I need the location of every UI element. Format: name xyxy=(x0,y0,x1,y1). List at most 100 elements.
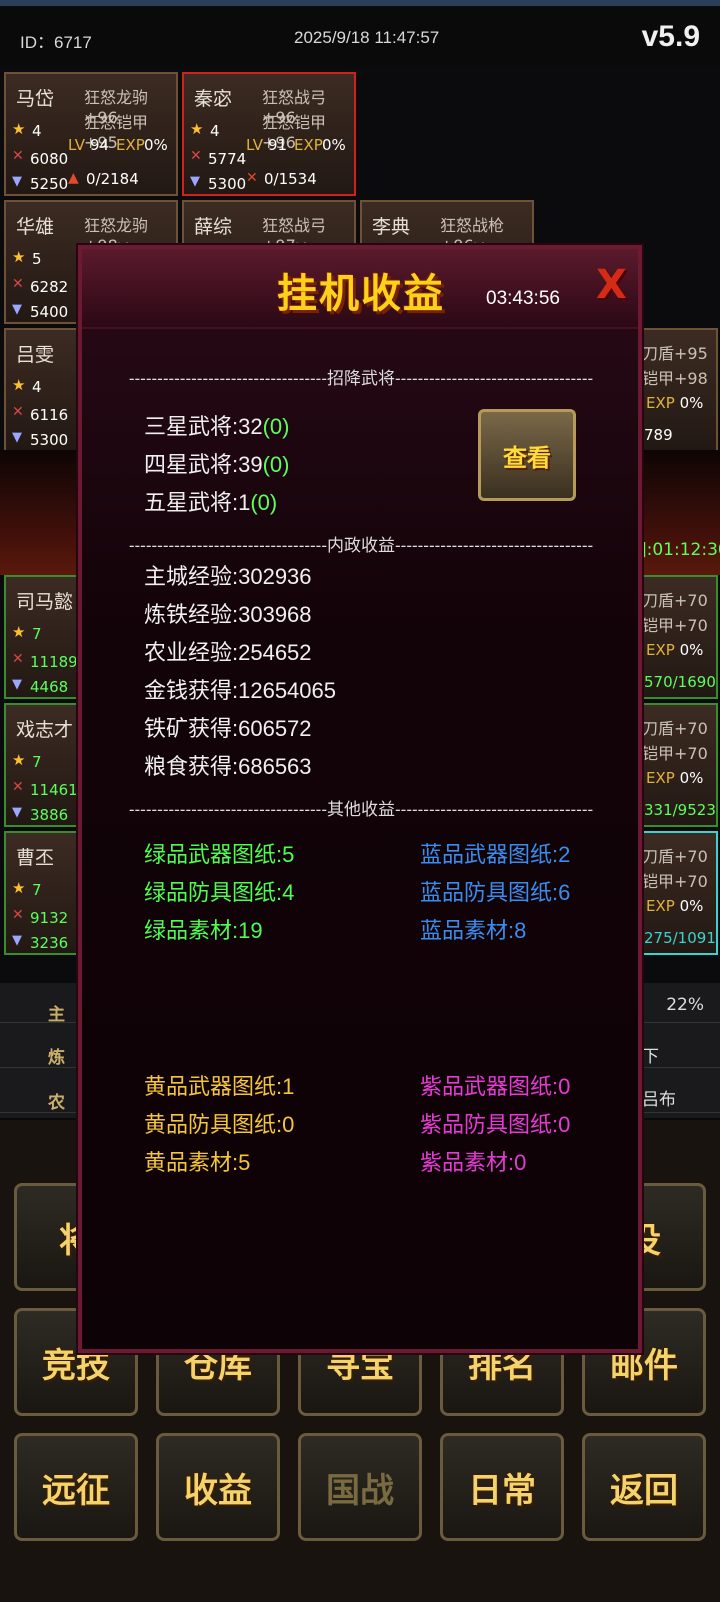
stat-text-2: 下 xyxy=(642,1047,659,1067)
blue-item: 蓝品素材:8 xyxy=(420,918,527,943)
exp-value: 0% xyxy=(144,136,168,154)
exp-row: EXP 0% xyxy=(646,897,703,915)
equip-2: 铠甲+70 xyxy=(642,744,708,763)
general-name: 李典 xyxy=(372,216,411,238)
equip-1: 刀盾+70 xyxy=(642,847,708,866)
general-card-right-3[interactable]: 刀盾+70 铠甲+70 EXP 0% 331/9523 xyxy=(640,703,718,827)
general-card-right-4[interactable]: 刀盾+70 铠甲+70 EXP 0% 275/10911 xyxy=(640,831,718,955)
recruit-3star: 三星武将:32(0) xyxy=(144,414,290,439)
general-name: 吕雯 xyxy=(16,344,55,366)
exp-value: 0% xyxy=(679,394,704,412)
datetime: 2025/9/18 11:47:57 xyxy=(294,28,440,47)
general-name: 司马懿 xyxy=(16,591,74,613)
section-divider-domestic: -----------------------------------内政收益-… xyxy=(128,536,594,555)
sword-icon: ✕ xyxy=(12,404,24,420)
daily-button[interactable]: 日常 xyxy=(440,1433,564,1541)
defense-value: 3886 xyxy=(30,806,69,824)
star-count: 7 xyxy=(32,753,42,771)
stat-label-farm: 农 xyxy=(48,1093,65,1113)
star-icon: ★ xyxy=(12,120,26,138)
star-count: 5 xyxy=(32,250,42,268)
progress-value: 0/2184 xyxy=(86,170,139,188)
equip-1: 刀盾+95 xyxy=(642,344,708,363)
exp-label: EXP xyxy=(646,897,675,915)
equip-2: 铠甲+70 xyxy=(642,616,708,635)
attack-value: 6080 xyxy=(30,150,69,168)
equip-1: 刀盾+70 xyxy=(642,719,708,738)
blue-item: 蓝品防具图纸:6 xyxy=(420,880,571,905)
star-icon: ★ xyxy=(12,751,26,769)
attack-value: 9132 xyxy=(30,909,69,927)
sword-icon: ✕ xyxy=(12,907,24,923)
star-count: 4 xyxy=(32,378,42,396)
domestic-line: 炼铁经验:303968 xyxy=(144,602,312,627)
defense-value: 5300 xyxy=(30,431,69,449)
national-war-button[interactable]: 国战 xyxy=(298,1433,422,1541)
armor-icon: ▼ xyxy=(12,174,22,189)
progress-value: 0/1534 xyxy=(264,170,317,188)
armor-icon: ▼ xyxy=(12,677,22,692)
domestic-line: 粮食获得:686563 xyxy=(144,754,312,779)
equip-2: 铠甲+70 xyxy=(642,872,708,891)
exp-label: EXP xyxy=(294,136,323,154)
idle-timer: 03:43:56 xyxy=(486,288,560,309)
view-button[interactable]: 查看 xyxy=(478,409,576,501)
defense-value: 4468 xyxy=(30,678,69,696)
progress-value: 789 xyxy=(644,426,673,444)
exp-label: EXP xyxy=(116,136,145,154)
star-count: 7 xyxy=(32,625,42,643)
general-name: 戏志才 xyxy=(16,719,74,741)
earnings-button[interactable]: 收益 xyxy=(156,1433,280,1541)
attack-value: 11189 xyxy=(30,653,78,671)
purple-item: 紫品武器图纸:0 xyxy=(420,1074,571,1099)
defense-value: 5400 xyxy=(30,303,69,321)
idle-earnings-dialog: 挂机收益 03:43:56 X ------------------------… xyxy=(78,245,642,1353)
armor-icon: ▼ xyxy=(12,430,22,445)
armor-icon: ▼ xyxy=(12,805,22,820)
progress-value: 275/10911 xyxy=(644,929,718,947)
exp-label: EXP xyxy=(646,394,675,412)
blue-item: 蓝品武器图纸:2 xyxy=(420,842,571,867)
defense-value: 5300 xyxy=(208,175,247,193)
general-card-madai[interactable]: 马岱 ★ 4 ✕ 6080 ▼ 5250 狂怒龙驹+96 狂怒铠甲+95 LV … xyxy=(4,72,178,196)
domestic-line: 金钱获得:12654065 xyxy=(144,678,336,703)
level-label: LV xyxy=(68,136,85,154)
yellow-item: 黄品素材:5 xyxy=(144,1150,251,1175)
defense-value: 3236 xyxy=(30,934,69,952)
domestic-line: 主城经验:302936 xyxy=(144,564,312,589)
level-label: LV xyxy=(246,136,263,154)
star-icon: ★ xyxy=(12,623,26,641)
section-divider-recruit: -----------------------------------招降武将-… xyxy=(128,369,594,388)
back-button[interactable]: 返回 xyxy=(582,1433,706,1541)
yellow-item: 黄品武器图纸:1 xyxy=(144,1074,295,1099)
exp-value: 0% xyxy=(322,136,346,154)
close-icon[interactable]: X xyxy=(596,265,627,305)
general-card-qinmi[interactable]: 秦宓 ★ 4 ✕ 5774 ▼ 5300 狂怒战弓+96 狂怒铠甲+96 LV … xyxy=(182,72,356,196)
section-divider-other: -----------------------------------其他收益-… xyxy=(128,800,594,819)
exp-row: EXP 0% xyxy=(646,641,703,659)
purple-item: 紫品防具图纸:0 xyxy=(420,1112,571,1137)
exp-value: 0% xyxy=(679,769,704,787)
star-icon: ★ xyxy=(12,879,26,897)
attack-value: 5774 xyxy=(208,150,247,168)
domestic-line: 铁矿获得:606572 xyxy=(144,716,312,741)
attack-value: 11461 xyxy=(30,781,78,799)
equip-1: 刀盾+70 xyxy=(642,591,708,610)
general-card-right-2[interactable]: 刀盾+70 铠甲+70 EXP 0% 570/16909 xyxy=(640,575,718,699)
exp-label: EXP xyxy=(646,769,675,787)
attack-value: 6116 xyxy=(30,406,69,424)
sword-icon: ✕ xyxy=(12,276,24,292)
general-card-right-1[interactable]: 刀盾+95 铠甲+98 EXP 0% 789 xyxy=(640,328,718,452)
star-count: 4 xyxy=(32,122,42,140)
armor-icon: ▼ xyxy=(190,174,200,189)
star-icon: ★ xyxy=(12,248,26,266)
flame-icon: ▲ xyxy=(68,170,79,186)
exp-value: 0% xyxy=(679,897,704,915)
progress-value: 570/16909 xyxy=(644,673,718,691)
star-icon: ★ xyxy=(12,376,26,394)
recruit-5star: 五星武将:1(0) xyxy=(144,490,278,515)
expedition-button[interactable]: 远征 xyxy=(14,1433,138,1541)
status-bar: ID：6717 2025/9/18 11:47:57 v5.9 xyxy=(0,6,720,66)
general-name: 华雄 xyxy=(16,216,55,238)
star-icon: ★ xyxy=(190,120,204,138)
